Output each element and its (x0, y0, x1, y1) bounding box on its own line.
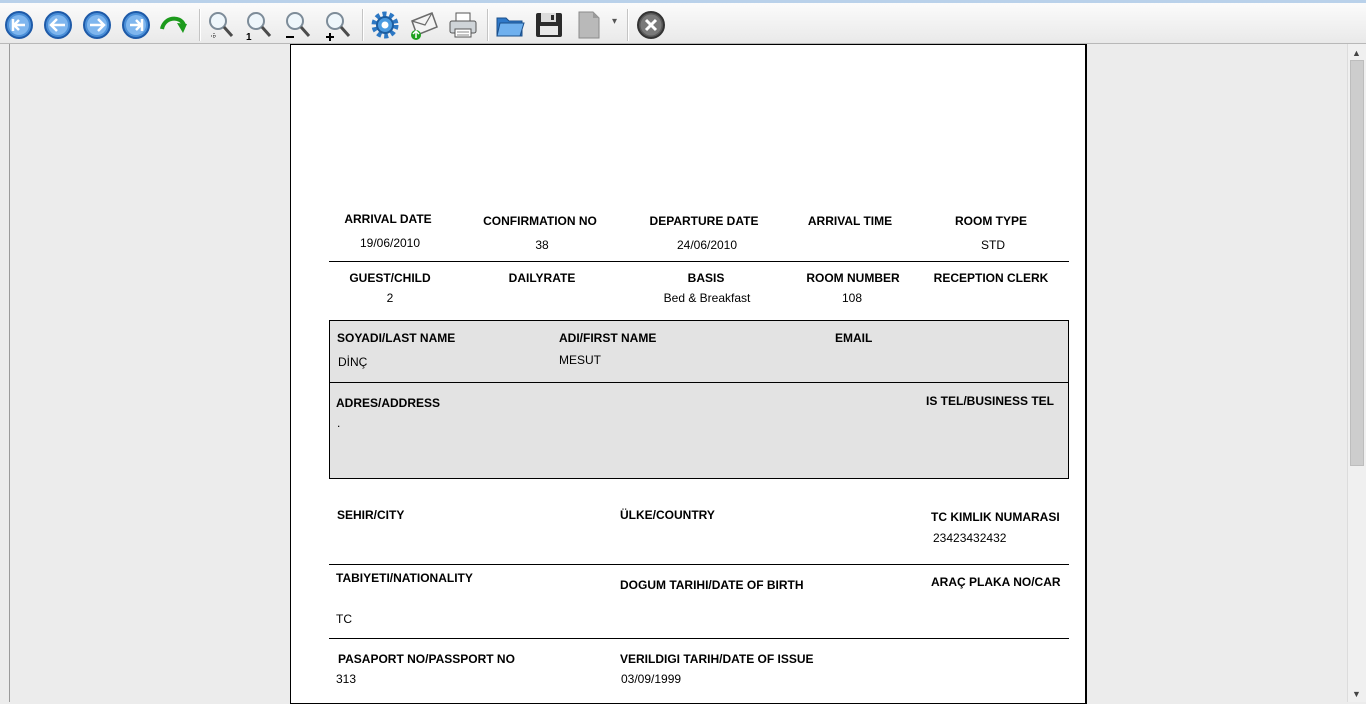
room-type-value: STD (981, 238, 1005, 252)
last-page-button[interactable] (120, 9, 152, 41)
export-document-icon (578, 11, 600, 39)
name-section: SOYADI/LAST NAME DİNÇ ADI/FIRST NAME MES… (329, 320, 1069, 383)
address-section: ADRES/ADDRESS . IS TEL/BUSINESS TEL (329, 382, 1069, 479)
previous-page-button[interactable] (42, 9, 74, 41)
export-button[interactable] (574, 9, 606, 41)
toolbar-separator (627, 9, 629, 41)
nationality-label: TABIYETI/NATIONALITY (336, 571, 473, 585)
room-number-label: ROOM NUMBER (806, 271, 900, 285)
next-page-button[interactable] (81, 9, 113, 41)
toolbar-separator (362, 9, 364, 41)
first-name-value: MESUT (559, 353, 601, 367)
city-label: SEHIR/CITY (337, 508, 405, 522)
open-button[interactable] (494, 9, 526, 41)
toolbar-separator (487, 9, 489, 41)
divider (329, 638, 1069, 639)
refresh-button[interactable] (158, 9, 190, 41)
passport-no-value: 313 (336, 672, 357, 686)
scroll-up-icon[interactable]: ▲ (1352, 48, 1361, 58)
vertical-scrollbar[interactable]: ▲ ▼ (1347, 44, 1366, 702)
toolbar-separator (199, 9, 201, 41)
scrollbar-thumb[interactable] (1350, 60, 1364, 466)
envelope-icon (411, 12, 438, 40)
floppy-disk-icon (536, 13, 562, 37)
zoom-out-button[interactable] (282, 9, 314, 41)
issue-date-label: VERILDIGI TARIH/DATE OF ISSUE (620, 652, 814, 666)
departure-date-label: DEPARTURE DATE (649, 214, 759, 228)
guest-child-value: 2 (386, 291, 394, 305)
zoom-actual-size-button[interactable]: 1 (243, 9, 275, 41)
svg-text:1: 1 (246, 32, 252, 41)
magnifier-plus-icon (326, 12, 351, 41)
room-number-value: 108 (841, 291, 863, 305)
email-label: EMAIL (835, 331, 873, 345)
arrival-date-label: ARRIVAL DATE (344, 212, 432, 226)
birth-date-label: DOGUM TARIHI/DATE OF BIRTH (620, 578, 804, 592)
confirmation-no-label: CONFIRMATION NO (483, 214, 597, 228)
green-curved-arrow-icon (160, 16, 187, 33)
business-tel-label: IS TEL/BUSINESS TEL (926, 394, 1055, 408)
save-button[interactable] (533, 9, 565, 41)
print-button[interactable] (447, 9, 479, 41)
basis-value: Bed & Breakfast (663, 291, 751, 305)
printer-icon (449, 12, 477, 38)
close-icon (637, 11, 665, 39)
first-page-button[interactable] (3, 9, 35, 41)
settings-button[interactable] (369, 9, 401, 41)
report-page: ARRIVAL DATE 19/06/2010 CONFIRMATION NO … (290, 44, 1087, 704)
car-plate-label: ARAÇ PLAKA NO/CAR (931, 575, 1061, 589)
arrow-left-icon (44, 11, 72, 39)
magnifier-one-icon: 1 (246, 12, 272, 41)
room-type-label: ROOM TYPE (954, 214, 1028, 228)
reception-clerk-label: RECEPTION CLERK (933, 271, 1049, 285)
folder-icon (496, 17, 525, 37)
export-dropdown-arrow[interactable]: ▾ (612, 16, 617, 27)
first-page-icon (5, 11, 33, 39)
arrival-time-label: ARRIVAL TIME (807, 214, 893, 228)
send-email-button[interactable] (408, 9, 440, 41)
toolbar: 1 ▾ (0, 0, 1366, 44)
guest-child-label: GUEST/CHILD (349, 271, 431, 285)
last-page-icon (122, 11, 150, 39)
divider (329, 564, 1069, 565)
last-name-label: SOYADI/LAST NAME (337, 331, 456, 345)
arrival-date-value: 19/06/2010 (359, 236, 421, 250)
confirmation-no-value: 38 (535, 238, 549, 252)
tc-id-label: TC KIMLIK NUMARASI (931, 510, 1060, 524)
tc-id-value: 23423432432 (933, 531, 1007, 545)
magnifier-icon (209, 12, 234, 39)
country-label: ÜLKE/COUNTRY (620, 508, 715, 522)
address-value: . (337, 416, 341, 430)
issue-date-value: 03/09/1999 (621, 672, 682, 686)
magnifier-minus-icon (286, 12, 311, 38)
passport-no-label: PASAPORT NO/PASSPORT NO (338, 652, 515, 666)
zoom-button[interactable] (205, 9, 237, 41)
last-name-value: DİNÇ (338, 355, 368, 369)
daily-rate-label: DAILYRATE (508, 271, 576, 285)
scroll-down-icon[interactable]: ▼ (1352, 689, 1361, 699)
close-button[interactable] (635, 9, 667, 41)
gear-icon (371, 11, 399, 39)
arrow-right-icon (83, 11, 111, 39)
zoom-in-button[interactable] (322, 9, 354, 41)
divider (329, 261, 1069, 262)
basis-label: BASIS (687, 271, 725, 285)
first-name-label: ADI/FIRST NAME (559, 331, 657, 345)
departure-date-value: 24/06/2010 (676, 238, 738, 252)
nationality-value: TC (336, 612, 352, 626)
address-label: ADRES/ADDRESS (336, 396, 441, 410)
